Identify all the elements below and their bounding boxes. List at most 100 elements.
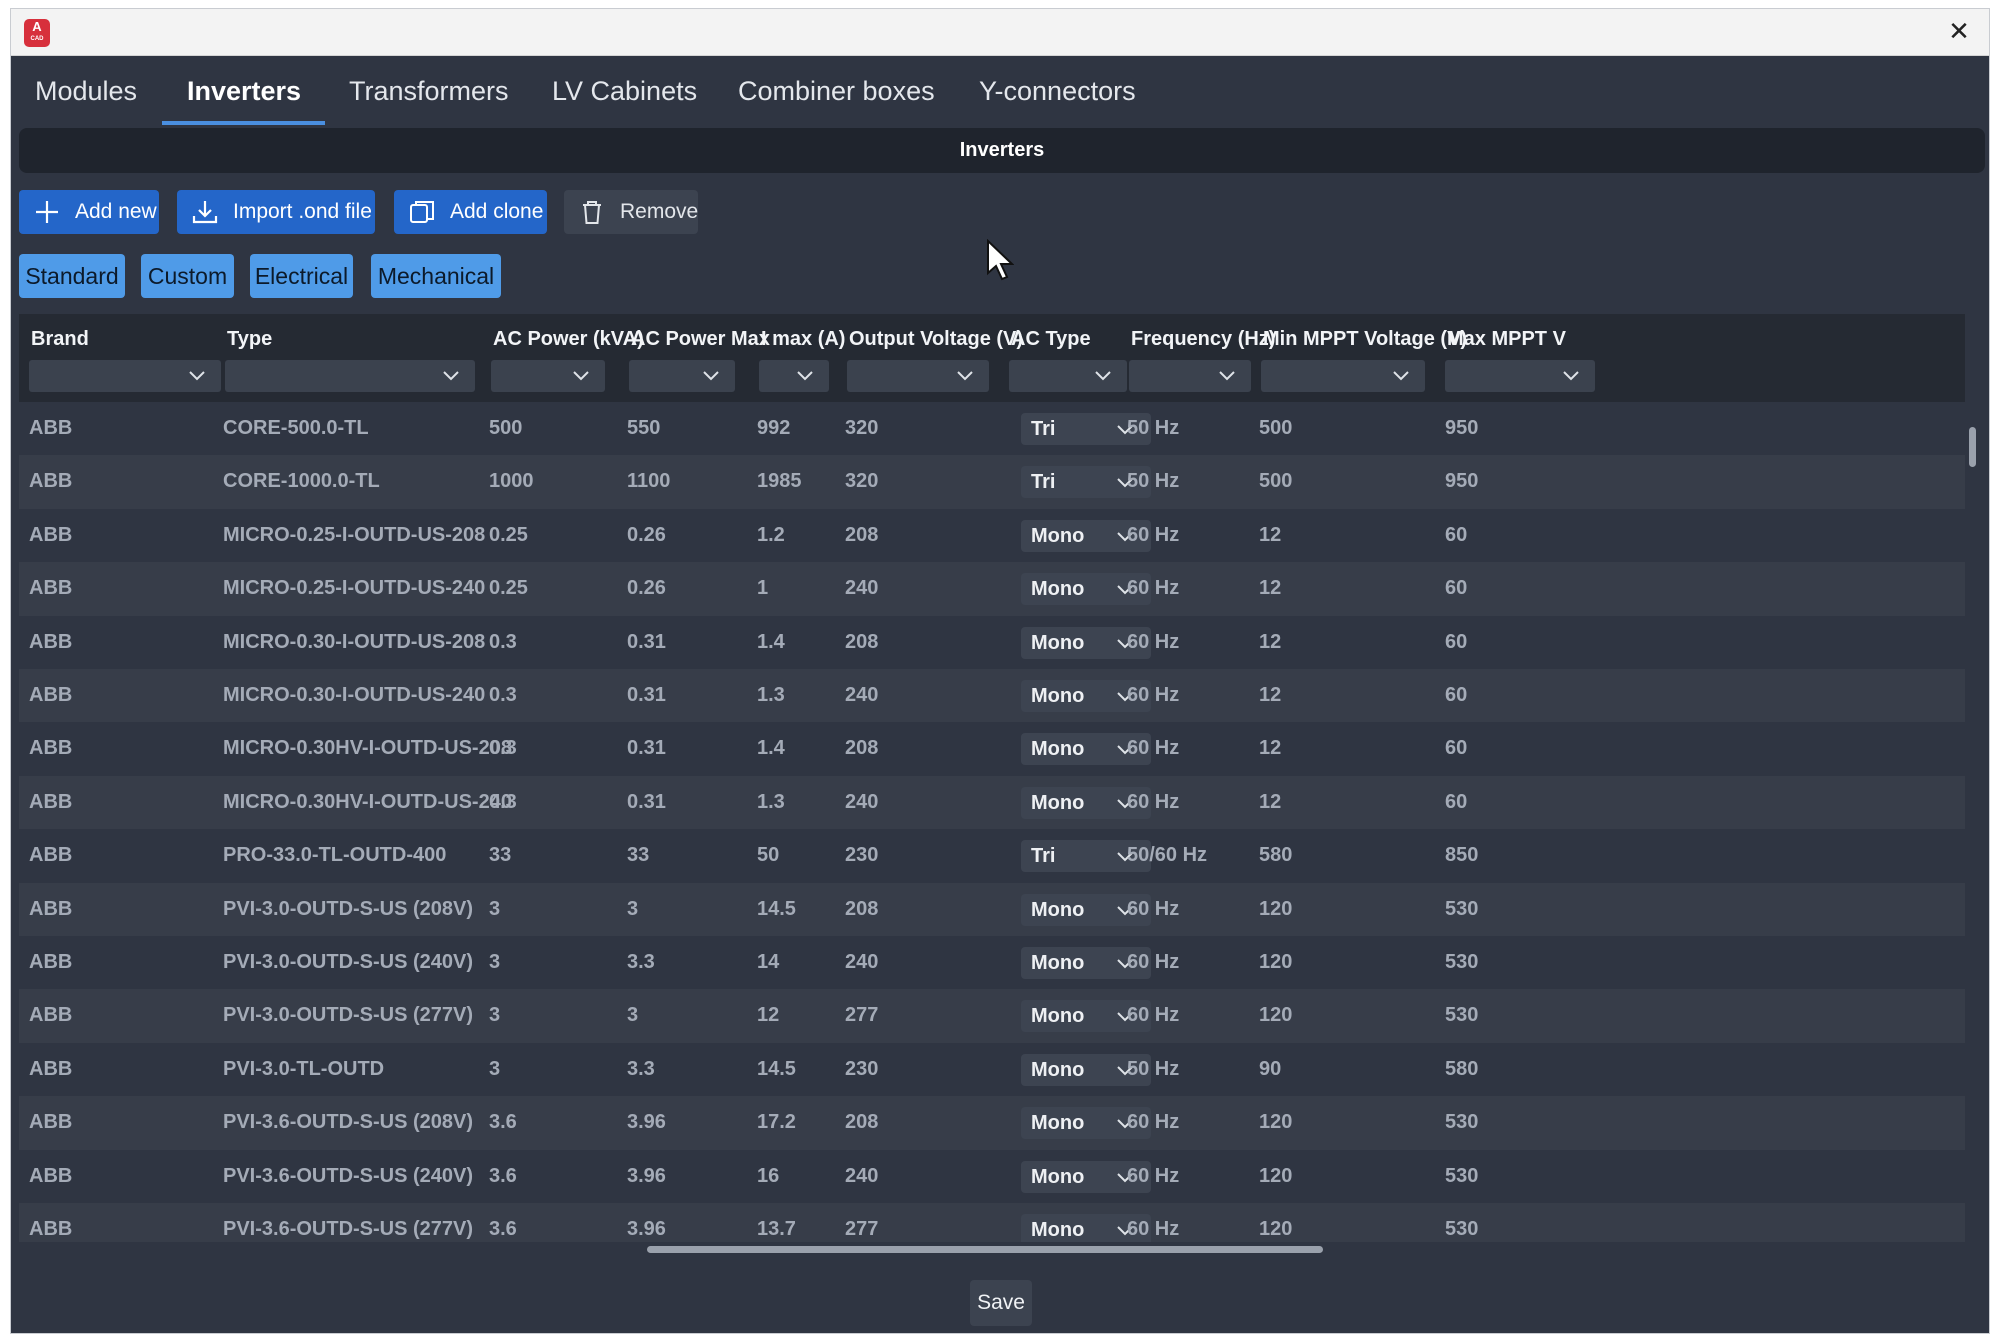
table-row[interactable]: ABB PVI-3.6-OUTD-S-US (240V) 3.6 3.96 16 240 M… — [19, 1149, 1965, 1203]
cell-type[interactable]: PVI-3.6-OUTD-S-US (277V) — [223, 1203, 473, 1242]
cell-ac-power[interactable]: 500 — [489, 402, 522, 455]
cell-i-max[interactable]: 1 — [757, 562, 768, 615]
cell-max-mppt-voltage[interactable]: 60 — [1445, 776, 1467, 829]
cell-min-mppt-voltage[interactable]: 120 — [1259, 1096, 1292, 1149]
cell-max-mppt-voltage[interactable]: 60 — [1445, 562, 1467, 615]
table-row[interactable]: ABB PVI-3.0-OUTD-S-US (240V) 3 3.3 14 240 Mono… — [19, 936, 1965, 990]
table-row[interactable]: ABB MICRO-0.25-I-OUTD-US-208 0.25 0.26 1.2 20… — [19, 508, 1965, 563]
cell-ac-power[interactable]: 33 — [489, 829, 511, 882]
cell-min-mppt-voltage[interactable]: 120 — [1259, 936, 1292, 989]
cell-frequency[interactable]: 50 Hz — [1127, 1043, 1179, 1096]
cell-frequency[interactable]: 60 Hz — [1127, 883, 1179, 936]
cell-type[interactable]: CORE-1000.0-TL — [223, 455, 380, 508]
cell-ac-power[interactable]: 3.6 — [489, 1203, 517, 1242]
cell-frequency[interactable]: 60 Hz — [1127, 616, 1179, 669]
cell-brand[interactable]: ABB — [29, 1043, 72, 1096]
table-row[interactable]: ABB MICRO-0.30-I-OUTD-US-208 0.3 0.31 1.4 208… — [19, 615, 1965, 669]
cell-min-mppt-voltage[interactable]: 500 — [1259, 455, 1292, 508]
table-row[interactable]: ABB PRO-33.0-TL-OUTD-400 33 33 50 230 Tri 50/60… — [19, 829, 1965, 883]
table-row[interactable]: ABB MICRO-0.30HV-I-OUTD-US-240 0.3 0.31 1.3 2… — [19, 775, 1965, 830]
cell-ac-power-max[interactable]: 550 — [627, 402, 660, 455]
cell-min-mppt-voltage[interactable]: 12 — [1259, 722, 1281, 775]
cell-i-max[interactable]: 1.4 — [757, 616, 785, 669]
cell-min-mppt-voltage[interactable]: 500 — [1259, 402, 1292, 455]
cell-max-mppt-voltage[interactable]: 950 — [1445, 402, 1478, 455]
cell-ac-power-max[interactable]: 3.96 — [627, 1203, 666, 1242]
tab-lv-cabinets[interactable]: LV Cabinets — [552, 56, 697, 126]
cell-output-voltage[interactable]: 208 — [845, 883, 878, 936]
cell-frequency[interactable]: 60 Hz — [1127, 776, 1179, 829]
table-row[interactable]: ABB MICRO-0.30-I-OUTD-US-240 0.3 0.31 1.3 240… — [19, 669, 1965, 723]
cell-i-max[interactable]: 1985 — [757, 455, 802, 508]
cell-max-mppt-voltage[interactable]: 60 — [1445, 722, 1467, 775]
cell-brand[interactable]: ABB — [29, 936, 72, 989]
cell-output-voltage[interactable]: 320 — [845, 402, 878, 455]
cell-min-mppt-voltage[interactable]: 12 — [1259, 562, 1281, 615]
column-header-min-mppt-voltage[interactable]: Min MPPT Voltage (V) — [1251, 314, 1467, 402]
cell-ac-power[interactable]: 3.6 — [489, 1150, 517, 1203]
cell-ac-power-max[interactable]: 3.3 — [627, 1043, 655, 1096]
cell-ac-power[interactable]: 0.3 — [489, 722, 517, 775]
cell-brand[interactable]: ABB — [29, 829, 72, 882]
cell-max-mppt-voltage[interactable]: 530 — [1445, 989, 1478, 1042]
cell-i-max[interactable]: 1.3 — [757, 669, 785, 722]
cell-type[interactable]: MICRO-0.25-I-OUTD-US-208 — [223, 509, 485, 562]
cell-output-voltage[interactable]: 277 — [845, 989, 878, 1042]
cell-ac-power-max[interactable]: 0.26 — [627, 509, 666, 562]
table-row[interactable]: ABB PVI-3.6-OUTD-S-US (208V) 3.6 3.96 17.2 20… — [19, 1096, 1965, 1150]
column-header-brand[interactable]: Brand — [19, 314, 221, 402]
cell-max-mppt-voltage[interactable]: 530 — [1445, 1203, 1478, 1242]
cell-ac-power-max[interactable]: 3 — [627, 989, 638, 1042]
column-filter-dropdown[interactable] — [491, 360, 605, 392]
cell-ac-power-max[interactable]: 0.31 — [627, 669, 666, 722]
cell-brand[interactable]: ABB — [29, 776, 72, 829]
cell-i-max[interactable]: 14.5 — [757, 883, 796, 936]
cell-frequency[interactable]: 60 Hz — [1127, 936, 1179, 989]
cell-type[interactable]: PVI-3.0-OUTD-S-US (240V) — [223, 936, 473, 989]
cell-min-mppt-voltage[interactable]: 12 — [1259, 509, 1281, 562]
tab-combiner-boxes[interactable]: Combiner boxes — [738, 56, 935, 126]
table-row[interactable]: ABB PVI-3.0-OUTD-S-US (208V) 3 3 14.5 208 Mono… — [19, 882, 1965, 936]
cell-ac-power-max[interactable]: 33 — [627, 829, 649, 882]
column-filter-dropdown[interactable] — [225, 360, 475, 392]
cell-ac-power[interactable]: 3 — [489, 1043, 500, 1096]
cell-max-mppt-voltage[interactable]: 60 — [1445, 669, 1467, 722]
cell-ac-power-max[interactable]: 3.96 — [627, 1150, 666, 1203]
cell-output-voltage[interactable]: 240 — [845, 936, 878, 989]
cell-type[interactable]: MICRO-0.30HV-I-OUTD-US-240 — [223, 776, 512, 829]
column-filter-dropdown[interactable] — [29, 360, 221, 392]
column-header-i-max[interactable]: I max (A) — [749, 314, 845, 402]
tab-transformers[interactable]: Transformers — [349, 56, 509, 126]
cell-ac-power-max[interactable]: 1100 — [627, 455, 670, 508]
cell-min-mppt-voltage[interactable]: 12 — [1259, 776, 1281, 829]
cell-brand[interactable]: ABB — [29, 722, 72, 775]
cell-max-mppt-voltage[interactable]: 530 — [1445, 936, 1478, 989]
column-filter-dropdown[interactable] — [1261, 360, 1425, 392]
add-new-button[interactable]: Add new — [19, 190, 159, 234]
cell-max-mppt-voltage[interactable]: 850 — [1445, 829, 1478, 882]
cell-ac-power[interactable]: 3.6 — [489, 1096, 517, 1149]
cell-brand[interactable]: ABB — [29, 402, 72, 455]
column-header-frequency[interactable]: Frequency (Hz) — [1119, 314, 1275, 402]
filter-custom[interactable]: Custom — [141, 254, 234, 298]
cell-ac-power-max[interactable]: 0.31 — [627, 616, 666, 669]
cell-frequency[interactable]: 60 Hz — [1127, 509, 1179, 562]
column-header-ac-power[interactable]: AC Power (kVA) — [481, 314, 644, 402]
cell-ac-power[interactable]: 0.3 — [489, 776, 517, 829]
cell-brand[interactable]: ABB — [29, 562, 72, 615]
import-ond-button[interactable]: Import .ond file — [177, 190, 375, 234]
cell-min-mppt-voltage[interactable]: 120 — [1259, 1203, 1292, 1242]
cell-type[interactable]: CORE-500.0-TL — [223, 402, 369, 455]
cell-i-max[interactable]: 12 — [757, 989, 779, 1042]
cell-i-max[interactable]: 16 — [757, 1150, 779, 1203]
cell-i-max[interactable]: 50 — [757, 829, 779, 882]
cell-ac-power-max[interactable]: 3 — [627, 883, 638, 936]
tab-inverters[interactable]: Inverters — [187, 56, 301, 126]
cell-i-max[interactable]: 1.2 — [757, 509, 785, 562]
filter-electrical[interactable]: Electrical — [250, 254, 353, 298]
cell-type[interactable]: MICRO-0.30HV-I-OUTD-US-208 — [223, 722, 512, 775]
cell-brand[interactable]: ABB — [29, 509, 72, 562]
cell-i-max[interactable]: 1.3 — [757, 776, 785, 829]
cell-max-mppt-voltage[interactable]: 580 — [1445, 1043, 1478, 1096]
cell-min-mppt-voltage[interactable]: 90 — [1259, 1043, 1281, 1096]
